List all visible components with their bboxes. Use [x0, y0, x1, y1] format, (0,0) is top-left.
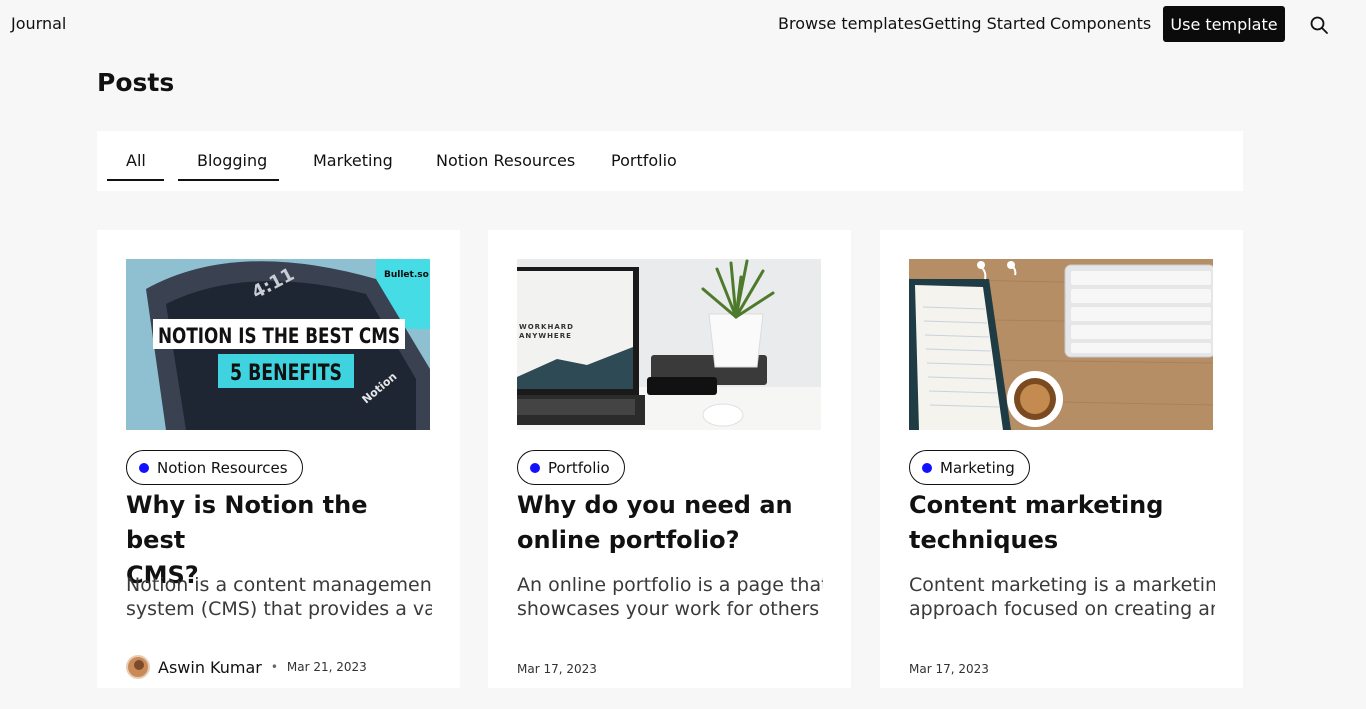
desk-laptop-photo-illustration: WORKHARD ANYWHERE [517, 259, 821, 430]
post-excerpt: Content marketing is a marketing approac… [909, 573, 1215, 621]
post-cover-image[interactable]: WORKHARD ANYWHERE [517, 259, 821, 430]
page-title: Posts [97, 68, 175, 97]
category-badge[interactable]: Notion Resources [126, 450, 303, 485]
post-meta: Aswin Kumar • Mar 21, 2023 [126, 655, 367, 679]
post-excerpt-line: approach focused on creating and... [909, 598, 1215, 620]
nav-link-getting-started[interactable]: Getting Started [922, 14, 1046, 33]
tab-portfolio[interactable]: Portfolio [611, 151, 677, 170]
post-title[interactable]: Why do you need an online portfolio? [517, 488, 817, 558]
search-icon-graphic [1310, 16, 1328, 34]
post-title-line: techniques [909, 526, 1059, 554]
category-tabs: All Blogging Marketing Notion Resources … [97, 131, 1243, 191]
post-excerpt: Notion is a content management system (C… [126, 573, 432, 621]
cover-subheadline-text: 5 BENEFITS [230, 361, 342, 386]
author-name[interactable]: Aswin Kumar [158, 658, 262, 677]
tab-blogging-underline [178, 179, 279, 181]
post-card[interactable]: Marketing Content marketing techniques C… [880, 230, 1243, 688]
category-badge[interactable]: Marketing [909, 450, 1030, 485]
author-avatar [126, 655, 150, 679]
post-cover-image[interactable] [909, 259, 1213, 430]
site-brand[interactable]: Journal [11, 14, 66, 33]
search-icon[interactable] [1309, 15, 1329, 35]
laptop-screen-text-line1: WORKHARD [519, 323, 574, 331]
meta-separator-dot-icon: • [270, 660, 278, 674]
post-title-line: online portfolio? [517, 526, 740, 554]
cover-headline-text: NOTION IS THE BEST CMS [158, 324, 400, 348]
tab-all[interactable]: All [126, 151, 146, 170]
post-date: Mar 17, 2023 [517, 662, 597, 676]
post-date: Mar 21, 2023 [286, 660, 367, 674]
post-card[interactable]: 4:11 Bullet.so NOTION IS THE BEST CMS 5 … [97, 230, 460, 688]
post-title-line: Why is Notion the best [126, 491, 368, 554]
post-cover-image[interactable]: 4:11 Bullet.so NOTION IS THE BEST CMS 5 … [126, 259, 430, 430]
post-title[interactable]: Content marketing techniques [909, 488, 1209, 558]
top-navbar: Journal Browse templates Getting Started… [0, 0, 1366, 50]
post-excerpt-line: system (CMS) that provides a variet... [126, 598, 432, 620]
tab-blogging[interactable]: Blogging [197, 151, 267, 170]
category-dot-icon [530, 462, 540, 473]
category-badge-label: Notion Resources [157, 458, 288, 477]
category-dot-icon [922, 462, 932, 473]
use-template-button[interactable]: Use template [1163, 6, 1285, 42]
post-excerpt-line: showcases your work for others to... [517, 598, 823, 620]
post-card[interactable]: WORKHARD ANYWHERE Portfolio Why do you n… [488, 230, 851, 688]
post-date: Mar 17, 2023 [909, 662, 989, 676]
notion-cms-cover-illustration: 4:11 Bullet.so NOTION IS THE BEST CMS 5 … [126, 259, 430, 430]
category-badge-label: Marketing [940, 458, 1015, 477]
category-badge[interactable]: Portfolio [517, 450, 625, 485]
tab-marketing[interactable]: Marketing [313, 151, 393, 170]
post-excerpt-line: Notion is a content management [126, 574, 432, 596]
category-dot-icon [139, 462, 149, 473]
laptop-screen-text-line2: ANYWHERE [519, 332, 572, 340]
desk-keyboard-coffee-photo-illustration [909, 259, 1213, 430]
post-title-line: Why do you need an [517, 491, 793, 519]
post-excerpt-line: Content marketing is a marketing [909, 574, 1215, 596]
post-title-line: Content marketing [909, 491, 1164, 519]
post-excerpt: An online portfolio is a page that showc… [517, 573, 823, 621]
nav-link-browse-templates[interactable]: Browse templates [778, 14, 922, 33]
tab-all-underline [107, 179, 164, 181]
nav-link-components[interactable]: Components [1050, 14, 1151, 33]
cover-brand-text: Bullet.so [384, 270, 429, 280]
post-meta: Mar 17, 2023 [909, 662, 989, 676]
post-excerpt-line: An online portfolio is a page that [517, 574, 823, 596]
tab-notion-resources[interactable]: Notion Resources [436, 151, 575, 170]
post-meta: Mar 17, 2023 [517, 662, 597, 676]
category-badge-label: Portfolio [548, 458, 610, 477]
